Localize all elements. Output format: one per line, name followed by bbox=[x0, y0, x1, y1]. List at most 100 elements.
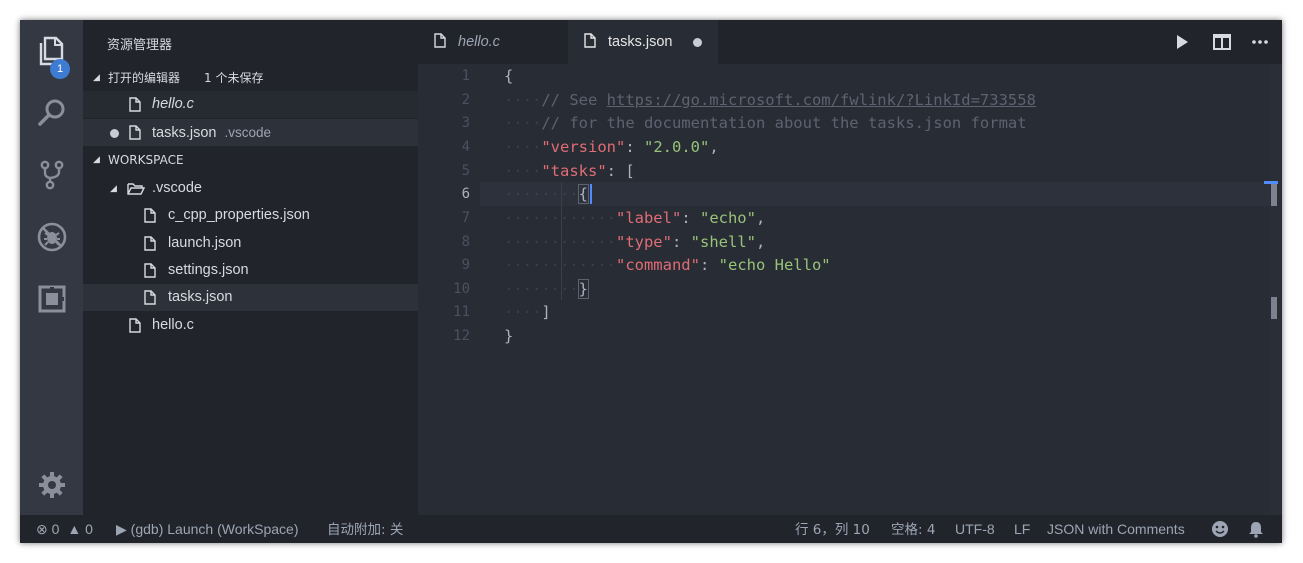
workspace-header[interactable]: ◢ WORKSPACE bbox=[83, 147, 418, 173]
file-tasks-json[interactable]: tasks.json bbox=[83, 284, 418, 311]
extensions-button[interactable] bbox=[20, 274, 83, 324]
eol-setting[interactable]: LF bbox=[1014, 515, 1030, 543]
file-c-cpp-properties[interactable]: c_cpp_properties.json bbox=[83, 202, 418, 229]
run-icon[interactable] bbox=[1172, 32, 1192, 52]
overview-ruler-marker bbox=[1271, 184, 1277, 206]
split-editor-icon[interactable] bbox=[1212, 32, 1232, 52]
code-line-6: ········{ bbox=[504, 184, 590, 204]
line-number: 12 bbox=[453, 328, 470, 344]
problems-indicator[interactable]: ⊗ 0 ▲ 0 bbox=[36, 515, 93, 543]
code-editor[interactable]: 1 2 3 4 5 6 7 8 9 10 11 12 { ····// See … bbox=[418, 64, 1282, 515]
source-control-button[interactable] bbox=[20, 150, 83, 200]
auto-attach-label: 自动附加: 关 bbox=[327, 522, 404, 538]
matched-bracket: } bbox=[577, 279, 590, 299]
current-line-highlight bbox=[480, 182, 1270, 206]
explorer-sidebar: 资源管理器 ◢ 打开的编辑器 1 个未保存 hello.c tasks.json… bbox=[83, 20, 418, 515]
chevron-down-icon: ◢ bbox=[93, 73, 100, 83]
line-number: 8 bbox=[461, 234, 470, 250]
file-icon bbox=[584, 33, 596, 48]
code-line-10: ········} bbox=[504, 279, 590, 299]
code-line-2: ····// See https://go.microsoft.com/fwli… bbox=[504, 91, 1036, 109]
cursor-position[interactable]: 行 6，列 10 bbox=[795, 515, 870, 543]
code-line-4: ····"version": "2.0.0", bbox=[504, 138, 719, 156]
code-line-1: { bbox=[504, 67, 514, 85]
folder-open-icon bbox=[127, 183, 145, 195]
unsaved-dot-icon[interactable] bbox=[693, 38, 702, 47]
editor-tab-bar: hello.c tasks.json bbox=[418, 20, 1282, 64]
encoding-setting[interactable]: UTF-8 bbox=[955, 515, 995, 543]
error-count: 0 bbox=[51, 521, 60, 537]
file-label: hello.c bbox=[152, 317, 194, 333]
status-bar: ⊗ 0 ▲ 0 ▶ (gdb) Launch (WorkSpace) 自动附加:… bbox=[20, 515, 1282, 543]
explorer-badge: 1 bbox=[50, 59, 70, 79]
file-icon bbox=[144, 236, 156, 251]
debug-button[interactable] bbox=[20, 212, 83, 262]
open-editor-path: .vscode bbox=[224, 125, 272, 140]
open-editor-label: tasks.json bbox=[152, 125, 217, 141]
code-line-12: } bbox=[504, 327, 514, 345]
debug-launch-button[interactable]: ▶ (gdb) Launch (WorkSpace) bbox=[116, 515, 299, 543]
line-number: 7 bbox=[461, 210, 470, 226]
matched-bracket: { bbox=[577, 184, 590, 204]
comment-link[interactable]: https://go.microsoft.com/fwlink/?LinkId=… bbox=[607, 91, 1036, 109]
sidebar-title: 资源管理器 bbox=[107, 38, 173, 53]
open-editors-header[interactable]: ◢ 打开的编辑器 1 个未保存 bbox=[83, 65, 418, 91]
chevron-down-icon: ◢ bbox=[93, 155, 100, 165]
settings-gear-icon bbox=[38, 472, 65, 498]
auto-attach-toggle[interactable]: 自动附加: 关 bbox=[327, 515, 403, 543]
indentation-setting[interactable]: 空格: 4 bbox=[891, 515, 935, 543]
workspace-label: WORKSPACE bbox=[108, 153, 184, 167]
line-number: 10 bbox=[453, 281, 470, 297]
file-settings-json[interactable]: settings.json bbox=[83, 257, 418, 284]
file-launch-json[interactable]: launch.json bbox=[83, 230, 418, 257]
tab-label: hello.c bbox=[458, 34, 500, 50]
code-line-9: ············"command": "echo Hello" bbox=[504, 256, 831, 274]
code-line-7: ············"label": "echo", bbox=[504, 209, 766, 227]
line-number: 6 bbox=[461, 186, 470, 202]
search-button[interactable] bbox=[20, 88, 83, 138]
search-icon bbox=[37, 99, 64, 126]
file-icon bbox=[129, 318, 141, 333]
code-line-11: ····] bbox=[504, 303, 551, 321]
folder-vscode[interactable]: ◢ .vscode bbox=[83, 175, 418, 202]
overview-ruler-marker bbox=[1271, 297, 1277, 319]
error-icon: ⊗ bbox=[36, 521, 48, 537]
language-mode[interactable]: JSON with Comments bbox=[1047, 515, 1185, 543]
manage-button[interactable] bbox=[20, 460, 83, 510]
file-icon bbox=[434, 33, 446, 48]
file-hello-c[interactable]: hello.c bbox=[83, 312, 418, 339]
text-cursor bbox=[590, 184, 592, 204]
vertical-scrollbar[interactable] bbox=[1270, 64, 1282, 515]
line-number: 11 bbox=[453, 304, 470, 320]
explorer-button[interactable]: 1 bbox=[20, 26, 83, 79]
open-editors-label: 打开的编辑器 bbox=[108, 71, 181, 85]
source-control-icon bbox=[40, 160, 63, 190]
line-number: 4 bbox=[461, 139, 470, 155]
play-icon: ▶ bbox=[116, 521, 127, 537]
unsaved-dot-icon bbox=[110, 129, 119, 138]
unsaved-count: 1 个未保存 bbox=[204, 71, 264, 85]
warning-icon: ▲ bbox=[67, 521, 82, 537]
open-editor-tasks-json[interactable]: tasks.json .vscode bbox=[83, 119, 418, 146]
folder-label: .vscode bbox=[152, 180, 202, 196]
line-number: 3 bbox=[461, 115, 470, 131]
file-icon bbox=[144, 263, 156, 278]
code-line-5: ····"tasks": [ bbox=[504, 162, 635, 180]
file-label: tasks.json bbox=[168, 289, 233, 305]
line-number: 5 bbox=[461, 163, 470, 179]
line-number: 9 bbox=[461, 257, 470, 273]
tab-hello-c[interactable]: hello.c bbox=[418, 20, 568, 64]
chevron-down-icon: ◢ bbox=[110, 183, 117, 193]
feedback-smiley-icon[interactable] bbox=[1211, 520, 1229, 538]
debug-config-label: (gdb) Launch (WorkSpace) bbox=[130, 521, 299, 537]
open-editor-hello-c[interactable]: hello.c bbox=[83, 91, 418, 118]
tab-label: tasks.json bbox=[608, 34, 673, 50]
notifications-bell-icon[interactable] bbox=[1247, 520, 1265, 538]
tab-tasks-json[interactable]: tasks.json bbox=[568, 20, 718, 64]
file-label: settings.json bbox=[168, 262, 249, 278]
code-line-3: ····// for the documentation about the t… bbox=[504, 114, 1027, 132]
open-editor-label: hello.c bbox=[152, 96, 194, 112]
file-icon bbox=[144, 290, 156, 305]
file-icon bbox=[144, 208, 156, 223]
more-actions-icon[interactable] bbox=[1250, 32, 1270, 52]
